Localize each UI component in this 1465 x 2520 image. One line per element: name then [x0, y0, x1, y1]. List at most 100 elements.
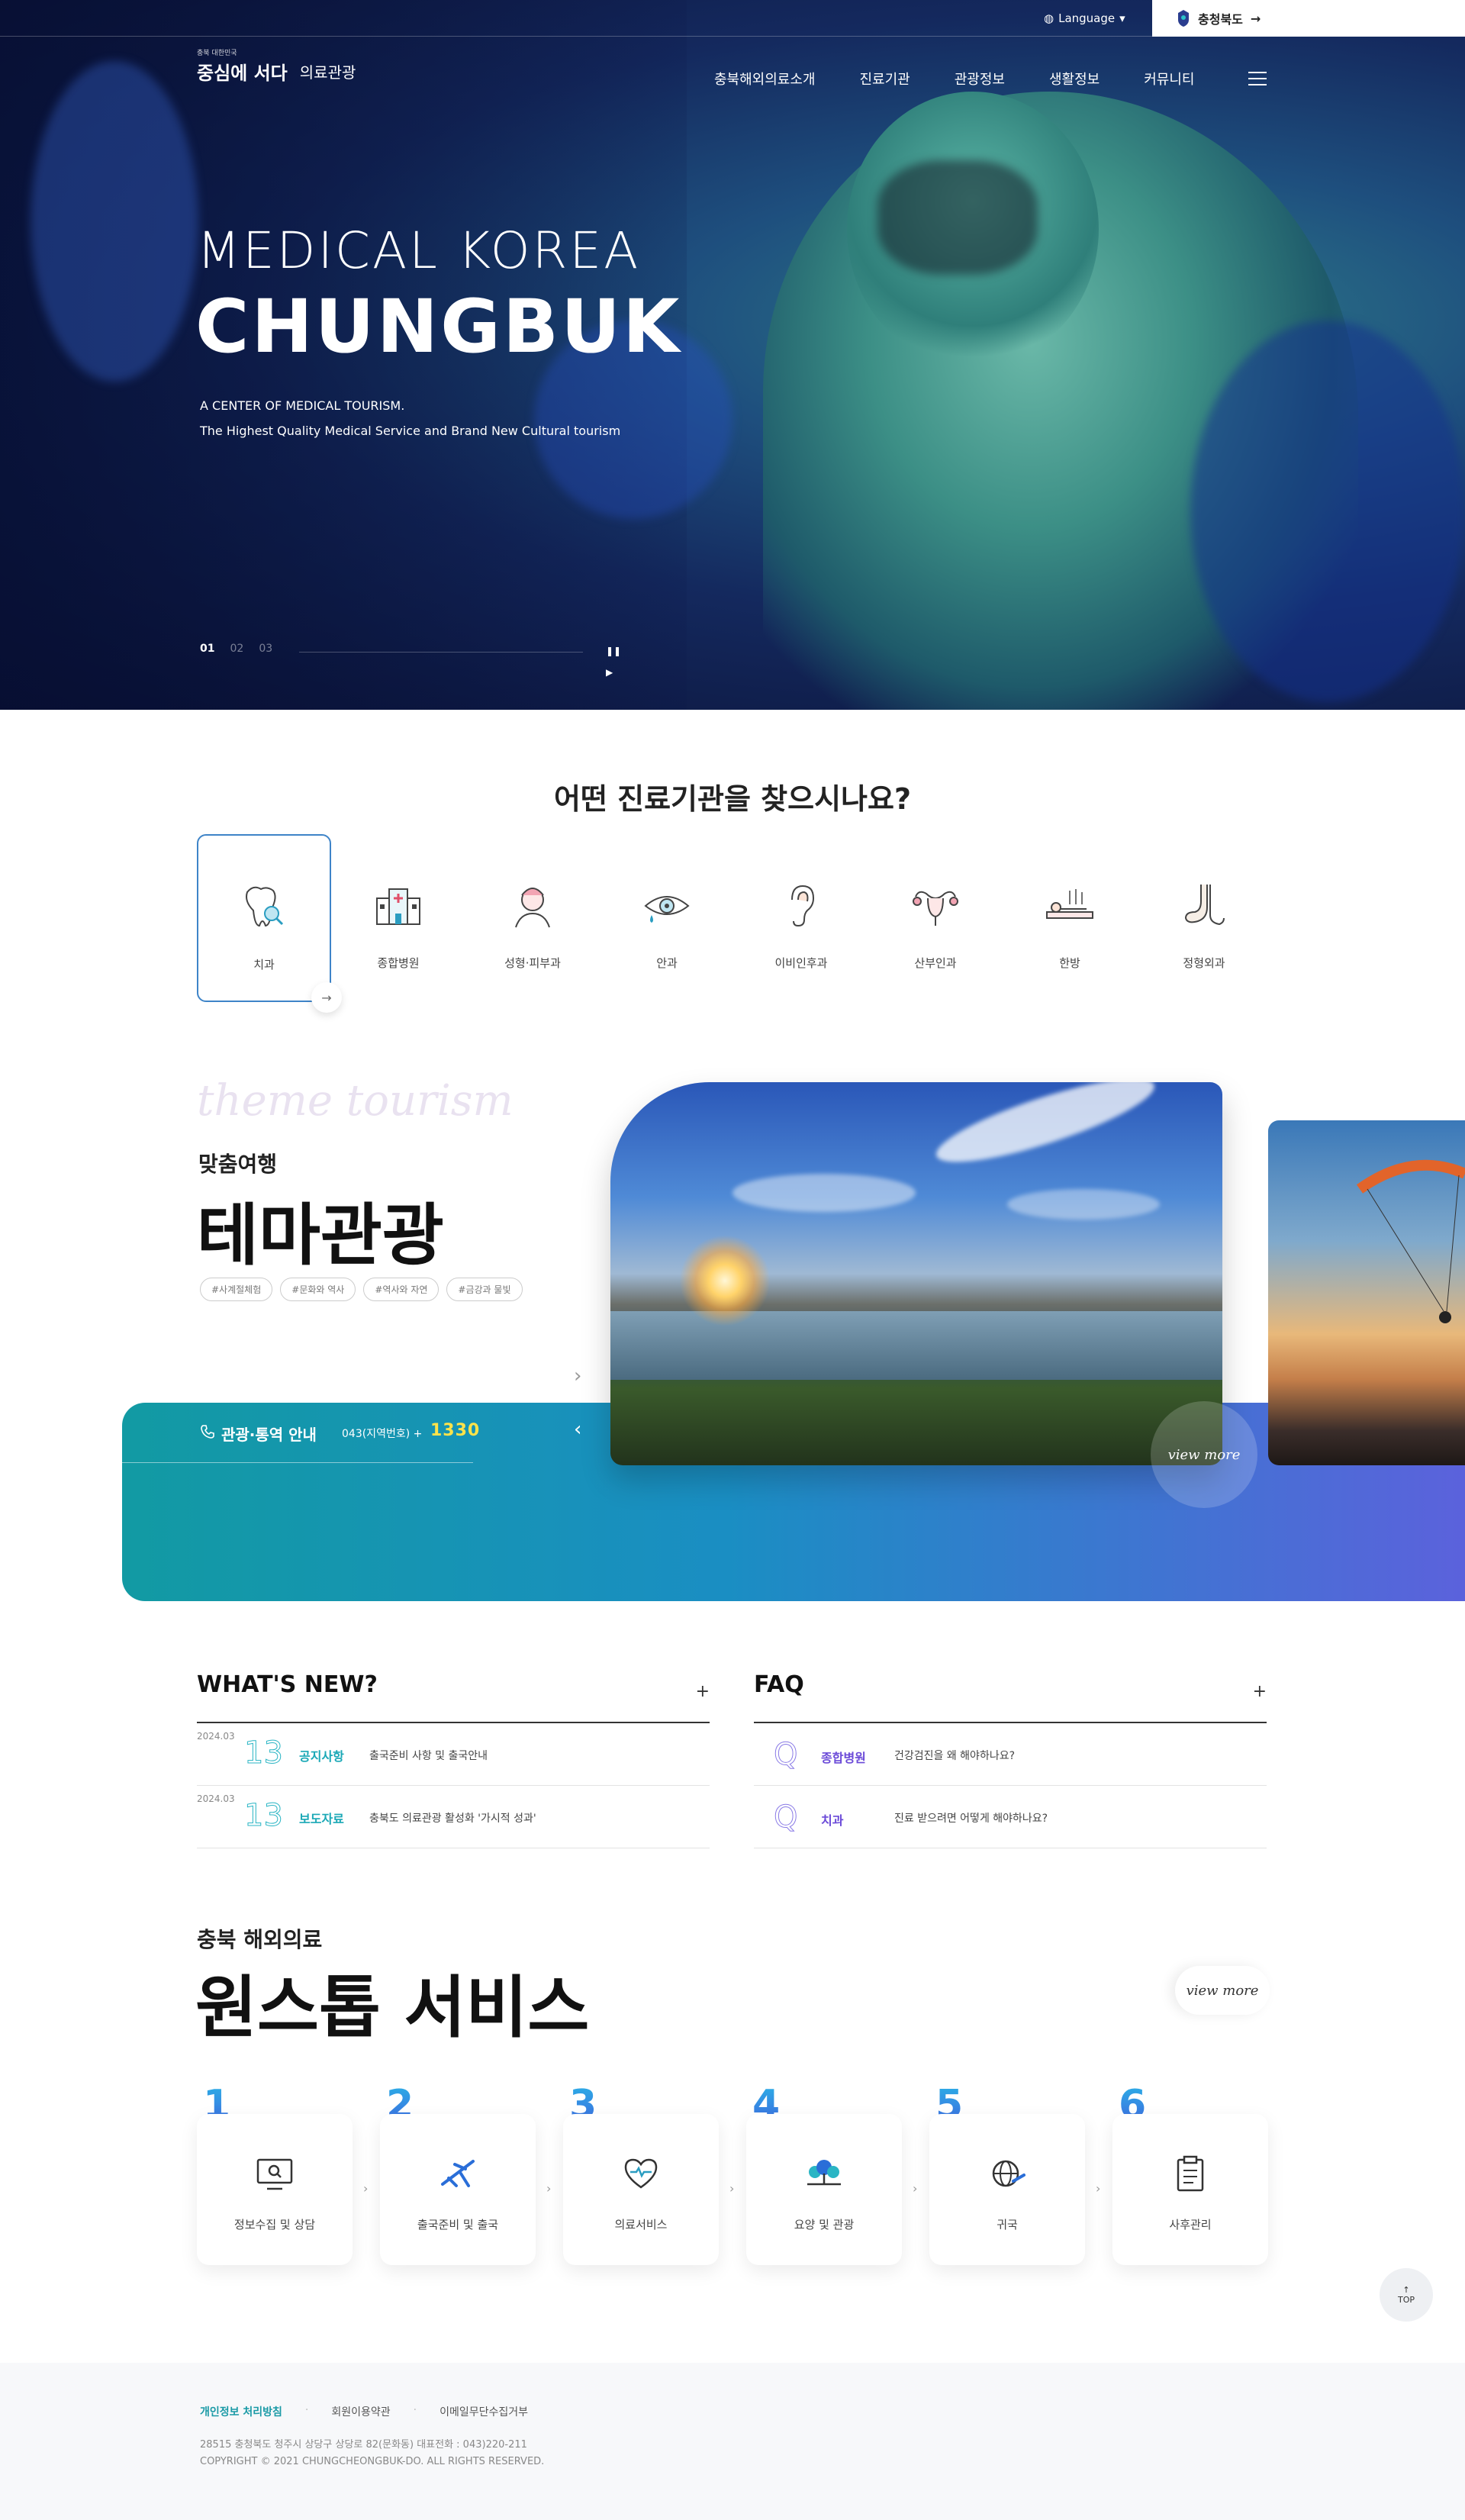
slide-dot-3[interactable]: 03: [259, 643, 272, 655]
faq-q-mark: Q: [773, 1800, 798, 1835]
hamburger-menu-icon[interactable]: [1248, 72, 1267, 85]
news-row[interactable]: 2024.03 13 보도자료 충북도 의료관광 활성화 '가시적 성과': [197, 1786, 710, 1848]
hospital-icon: [376, 888, 420, 925]
nav-item-community[interactable]: 커뮤니티: [1144, 69, 1194, 89]
nav-item-tourism[interactable]: 관광정보: [955, 69, 1005, 89]
news-date: 2024.03: [197, 1793, 235, 1804]
news-title[interactable]: 충북도 의료관광 활성화 '가시적 성과': [369, 1810, 536, 1826]
slider-prev-icon[interactable]: ‹: [574, 1418, 581, 1441]
category-general-hospital[interactable]: 종합병원: [331, 834, 465, 1002]
play-icon[interactable]: ▶: [606, 667, 613, 678]
tag-river[interactable]: #금강과 물빛: [446, 1278, 523, 1301]
step-card[interactable]: 2 출국준비 및 출국 ›: [380, 2082, 551, 2265]
paraglider-figure: [1356, 1159, 1465, 1323]
theme-tourism-title: 테마관광: [197, 1196, 444, 1275]
view-more-button[interactable]: view more: [1151, 1401, 1257, 1508]
tag-nature[interactable]: #역사와 자연: [363, 1278, 440, 1301]
slide-progress-bar: [299, 652, 583, 653]
tourism-photo-paragliding[interactable]: [1268, 1120, 1465, 1465]
news-category: 공지사항: [299, 1749, 344, 1764]
category-label: 정형외과: [1183, 956, 1225, 970]
category-obgyn[interactable]: 산부인과: [868, 834, 1003, 1002]
faq-question[interactable]: 건강검진을 왜 해야하나요?: [894, 1748, 1015, 1763]
category-orthopedics[interactable]: 정형외과: [1137, 834, 1271, 1002]
hero-title-line2: CHUNGBUK: [195, 284, 682, 369]
foot-bone-icon: [1184, 885, 1225, 926]
photo-cloud: [929, 1082, 1161, 1178]
slide-dot-1[interactable]: 01: [200, 643, 214, 655]
logo-main-text: 중심에 서다: [197, 63, 288, 84]
globe-plane-icon: [992, 2160, 1026, 2187]
news-row[interactable]: 2024.03 13 공지사항 출국준비 사항 및 출국안내: [197, 1723, 710, 1786]
monitor-search-icon: [256, 2158, 293, 2190]
hero-subtitle-line2: The Highest Quality Medical Service and …: [200, 424, 621, 438]
faq-row[interactable]: Q 종합병원 건강검진을 왜 해야하나요?: [754, 1723, 1267, 1786]
footer-link-email[interactable]: 이메일무단수집거부: [440, 2404, 528, 2419]
category-label: 산부인과: [914, 956, 957, 970]
arrow-right-icon: →: [1250, 11, 1261, 26]
plus-icon[interactable]: +: [696, 1682, 710, 1701]
theme-tourism-script: theme tourism: [197, 1076, 514, 1126]
tourism-photo-lake-sunrise[interactable]: [610, 1082, 1222, 1465]
faq-question[interactable]: 진료 받으려면 어떻게 해야하나요?: [894, 1810, 1048, 1826]
clinic-category-list: 치과 → 종합병원 성형·피부과 안과 이비인후과 산부인과 한방 정형외과: [197, 834, 1271, 1013]
step-label: 귀국: [997, 2218, 1018, 2232]
category-dental[interactable]: 치과 →: [197, 834, 342, 1013]
footer-link-privacy[interactable]: 개인정보 처리방침: [200, 2404, 282, 2419]
guide-phone: 043(지역번호) +: [342, 1428, 423, 1440]
photo-cloud: [732, 1174, 916, 1212]
footer-link-terms[interactable]: 회원이용약관: [331, 2404, 390, 2419]
photo-sun: [679, 1235, 771, 1326]
site-logo[interactable]: 충북 대한민국 중심에 서다 의료관광: [197, 47, 356, 85]
plus-icon[interactable]: +: [1253, 1682, 1267, 1701]
slider-next-icon[interactable]: ›: [574, 1365, 581, 1387]
news-day: 13: [244, 1798, 284, 1834]
tag-list: #사계절체험 #문화와 역사 #역사와 자연 #금강과 물빛: [200, 1278, 523, 1301]
nav-item-intro[interactable]: 충북해외의료소개: [714, 69, 815, 89]
step-card[interactable]: 4 요양 및 관광 ›: [746, 2082, 917, 2265]
chevron-right-icon: ›: [1096, 2181, 1101, 2196]
view-more-button[interactable]: view more: [1175, 1966, 1270, 2015]
nav-item-clinics[interactable]: 진료기관: [859, 69, 910, 89]
tag-culture[interactable]: #문화와 역사: [280, 1278, 356, 1301]
step-card-body: 정보수집 및 상담: [197, 2114, 353, 2265]
step-card[interactable]: 6 사후관리: [1112, 2082, 1268, 2265]
tooth-icon: [246, 886, 284, 927]
step-card[interactable]: 3 의료서비스 ›: [563, 2082, 734, 2265]
footer-links: 개인정보 처리방침 · 회원이용약관 · 이메일무단수집거부: [200, 2404, 528, 2419]
step-card-body: 사후관리: [1112, 2114, 1268, 2265]
slide-dot-2[interactable]: 02: [230, 643, 243, 655]
step-card-body: 귀국: [929, 2114, 1085, 2265]
category-herbal[interactable]: 한방: [1003, 834, 1137, 1002]
news-title[interactable]: 출국준비 사항 및 출국안내: [369, 1748, 488, 1763]
category-ophthalmology[interactable]: 안과: [600, 834, 734, 1002]
language-selector[interactable]: ◍ Language ▾: [1044, 0, 1152, 37]
hero-subtitle-line1: A CENTER OF MEDICAL TOURISM.: [200, 398, 405, 413]
whats-new-board: WHAT'S NEW? + 2024.03 13 공지사항 출국준비 사항 및 …: [197, 1671, 710, 1848]
face-icon: [515, 888, 550, 928]
region-emblem-icon: [1178, 10, 1189, 27]
hero-loupes: [877, 160, 1038, 275]
hero-bokeh: [31, 61, 198, 382]
globe-icon: ◍: [1044, 11, 1054, 25]
category-ent[interactable]: 이비인후과: [734, 834, 868, 1002]
guide-title: 관광·통역 안내: [221, 1426, 317, 1444]
eye-icon: [644, 896, 690, 923]
tag-seasons[interactable]: #사계절체험: [200, 1278, 273, 1301]
step-label: 정보수집 및 상담: [233, 2218, 316, 2232]
one-stop-subtitle: 충북 해외의료: [197, 1927, 323, 1952]
heart-pulse-icon: [624, 2158, 658, 2189]
region-link[interactable]: 충청북도 →: [1152, 0, 1465, 37]
airplane-icon: [441, 2160, 475, 2187]
step-card[interactable]: 1 정보수집 및 상담 ›: [197, 2082, 368, 2265]
back-to-top-button[interactable]: ↑ TOP: [1380, 2268, 1433, 2322]
logo-sub-text: 의료관광: [299, 63, 356, 82]
chevron-right-icon: ›: [913, 2181, 918, 2196]
pause-icon[interactable]: ❚❚: [606, 646, 621, 656]
phone-icon: [201, 1425, 214, 1439]
faq-board: FAQ + Q 종합병원 건강검진을 왜 해야하나요? Q 치과 진료 받으려면…: [754, 1671, 1267, 1848]
category-plastic-derma[interactable]: 성형·피부과: [465, 834, 600, 1002]
step-card[interactable]: 5 귀국 ›: [929, 2082, 1100, 2265]
nav-item-living[interactable]: 생활정보: [1049, 69, 1100, 89]
faq-row[interactable]: Q 치과 진료 받으려면 어떻게 해야하나요?: [754, 1786, 1267, 1848]
